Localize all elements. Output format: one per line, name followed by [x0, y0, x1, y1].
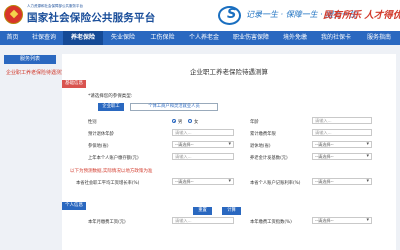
national-emblem-icon — [4, 5, 23, 24]
gender-male-radio[interactable] — [172, 119, 176, 123]
nav-overseas[interactable]: 境外免缴 — [276, 31, 314, 45]
nav-injury[interactable]: 工伤保险 — [143, 31, 182, 45]
site-title[interactable]: 国家社会保险公共服务平台 — [27, 10, 155, 25]
retire-place-label: 退休地(省) — [250, 144, 271, 149]
reset-button[interactable]: 重置 — [193, 207, 212, 215]
forecast-note: 以下为预测数据,实际情况以地方政策为准 — [70, 169, 153, 174]
gender-female-label: 女 — [194, 120, 199, 125]
age-label: 年龄 — [250, 120, 259, 125]
wage-growth-label: 本省社会职工平均工资增长率(%) — [76, 181, 140, 186]
index-label: 养老金计发基数(元) — [250, 156, 288, 161]
nav-home[interactable]: 首页 — [0, 31, 25, 45]
logo-letter: S — [227, 7, 237, 22]
type-flexible-button[interactable]: 个体工商户和灵活就业人员 — [130, 103, 218, 111]
section-basic-info: 基础信息 — [62, 80, 86, 88]
nav-pension[interactable]: 养老保险 — [63, 31, 103, 45]
retire-place-select[interactable]: --请选择-- — [312, 141, 372, 148]
nav-occupational-injury[interactable]: 职业伤害保障 — [226, 31, 276, 45]
nav-unemployment[interactable]: 失业保险 — [103, 31, 143, 45]
paid-years-label: 累计缴费年限 — [250, 132, 276, 137]
header-decor-text: 民有所乐 人才得优 — [323, 10, 400, 21]
gender-female-radio[interactable] — [188, 119, 192, 123]
type-prompt: *请选择您的参保类型: — [88, 94, 133, 99]
retire-age-input[interactable]: 请输入... — [172, 129, 234, 136]
calculate-button[interactable]: 计算 — [222, 207, 241, 215]
sidebar-item-pension-calculator[interactable]: 企业职工养老保险待遇测算 — [6, 69, 66, 76]
account-rate-label: 本省个人账户记账利率(%) — [250, 181, 301, 186]
paid-years-input[interactable]: 请输入... — [312, 129, 372, 136]
index-select[interactable]: --请选择-- — [312, 153, 372, 160]
salary-index-select[interactable]: --请选择-- — [312, 217, 372, 224]
last-year-label: 上年本个人账户缴存额(元) — [88, 156, 139, 161]
age-input[interactable]: 请输入... — [312, 117, 372, 124]
salary-index-label: 本年缴费工资指数(%) — [250, 220, 292, 225]
retire-age-label: 预计退休年龄 — [88, 132, 114, 137]
type-enterprise-button[interactable]: 企业职工 — [98, 103, 124, 111]
insured-place-select[interactable]: --请选择-- — [172, 141, 234, 148]
section-personal-info: 个人信息 — [62, 202, 86, 210]
salary-input[interactable]: 请输入... — [172, 217, 234, 224]
nav-query[interactable]: 社保查询 — [25, 31, 63, 45]
page-title: 企业职工养老保险待遇测算 — [190, 68, 268, 76]
insured-place-label: 参保地(省) — [88, 144, 109, 149]
calculator-panel: 企业职工养老保险待遇测算 基础信息 *请选择您的参保类型: 企业职工 个体工商户… — [62, 54, 396, 250]
nav-my-card[interactable]: 我的社保卡 — [314, 31, 358, 45]
salary-label: 本年月缴费工资(元) — [88, 220, 126, 225]
last-year-input[interactable]: 请输入... — [172, 153, 234, 160]
gender-male-label: 男 — [178, 120, 183, 125]
main-nav: 首页 社保查询 养老保险 失业保险 工伤保险 个人养老金 职业伤害保障 境外免缴… — [0, 31, 400, 45]
social-security-logo-icon: S — [218, 6, 241, 25]
header-org: 人力资源和社会保障部公共服务平台 — [27, 4, 83, 8]
site-header: 人力资源和社会保障部公共服务平台 国家社会保险公共服务平台 S 记录一生 · 保… — [0, 0, 400, 31]
nav-guide[interactable]: 服务指南 — [358, 31, 400, 45]
sidebar-header: 服务列表 — [4, 55, 56, 64]
wage-growth-select[interactable]: --请选择-- — [172, 178, 234, 185]
account-rate-select[interactable]: --请选择-- — [312, 178, 372, 185]
nav-personal-pension[interactable]: 个人养老金 — [182, 31, 226, 45]
gender-label: 性别 — [88, 120, 97, 125]
